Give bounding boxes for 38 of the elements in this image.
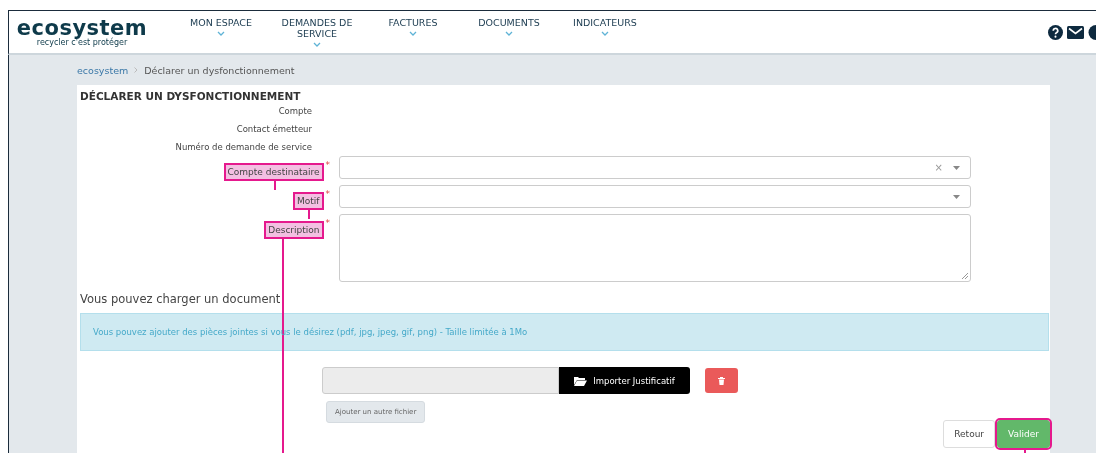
field-label: Numéro de demande de service [175, 142, 312, 152]
logo-tagline: recycler c'est protéger [36, 37, 128, 47]
file-input-field[interactable] [322, 367, 559, 394]
trash-icon [718, 376, 725, 385]
field-label: Description [264, 221, 324, 239]
field-label: Motif [293, 192, 324, 210]
chevron-down-icon [409, 31, 417, 36]
required-mark: * [324, 218, 330, 228]
form-title: DÉCLARER UN DYSFONCTIONNEMENT [80, 91, 302, 102]
delete-button[interactable] [705, 368, 738, 393]
select-field[interactable] [339, 185, 971, 208]
help-icon[interactable] [1048, 24, 1063, 40]
chevron-down-icon [217, 31, 225, 36]
required-mark: * [324, 189, 330, 199]
nav-menu-item[interactable]: DOCUMENTS [461, 17, 557, 47]
section-heading: Vous pouvez charger un document [80, 292, 281, 306]
nav-menu-item[interactable]: FACTURES [365, 17, 461, 47]
breadcrumb-separator-icon [134, 67, 139, 73]
chevron-down-icon [313, 42, 321, 47]
nav-menu-item[interactable]: INDICATEURS [557, 17, 653, 47]
field-label: Contact émetteur [236, 124, 312, 134]
breadcrumb-current: Déclarer un dysfonctionnement [144, 64, 295, 76]
caret-down-icon [953, 194, 960, 199]
caret-down-icon [953, 165, 960, 170]
nav-menu-item[interactable]: MON ESPACE [173, 17, 269, 47]
field-label: Compte destinataire [223, 163, 324, 181]
chevron-down-icon [601, 31, 609, 36]
nav-menu-item[interactable]: DEMANDES DE SERVICE [269, 17, 365, 47]
logo-wordmark[interactable]: ecosystem [16, 17, 148, 38]
import-file-button[interactable]: Importer Justificatif [559, 367, 690, 394]
folder-icon [574, 375, 588, 386]
resize-grip-icon [961, 272, 968, 279]
chevron-down-icon [505, 31, 513, 36]
field-label: Compte [278, 106, 312, 116]
breadcrumb-link[interactable]: ecosystem [77, 64, 129, 76]
back-button[interactable]: Retour [943, 420, 996, 448]
required-mark: * [324, 160, 330, 170]
mail-icon[interactable] [1067, 25, 1084, 39]
